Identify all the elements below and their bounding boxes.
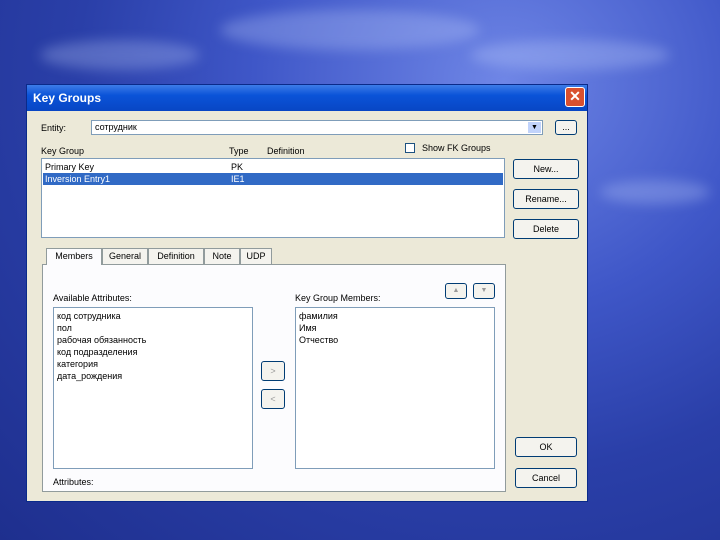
tab-udp[interactable]: UDP (240, 248, 272, 264)
key-group-row[interactable]: Inversion Entry1 IE1 (43, 173, 503, 185)
list-item[interactable]: пол (57, 322, 72, 334)
remove-member-button[interactable]: < (261, 389, 285, 409)
cloud-decoration (220, 10, 480, 50)
cloud-decoration (600, 180, 710, 204)
close-icon[interactable]: ✕ (565, 87, 585, 107)
cancel-button[interactable]: Cancel (515, 468, 577, 488)
available-attributes-label: Available Attributes: (53, 293, 132, 303)
key-group-list[interactable]: Primary Key PK Inversion Entry1 IE1 (41, 158, 505, 238)
key-group-name: Primary Key (45, 162, 95, 172)
new-button[interactable]: New... (513, 159, 579, 179)
column-header-definition: Definition (267, 146, 305, 156)
list-item[interactable]: код сотрудника (57, 310, 121, 322)
key-group-row[interactable]: Primary Key PK (43, 161, 503, 173)
list-item[interactable]: дата_рождения (57, 370, 122, 382)
column-header-key-group: Key Group (41, 146, 85, 156)
column-header-type: Type (229, 146, 249, 156)
browse-button[interactable]: ... (555, 120, 577, 135)
list-item[interactable]: рабочая обязанность (57, 334, 146, 346)
show-fk-groups-label: Show FK Groups (422, 143, 491, 153)
key-group-name: Inversion Entry1 (45, 174, 111, 184)
entity-label: Entity: (41, 123, 67, 133)
entity-value: сотрудник (95, 122, 137, 132)
move-down-button[interactable]: ▼ (473, 283, 495, 299)
add-member-button[interactable]: > (261, 361, 285, 381)
dialog-title: Key Groups (33, 91, 102, 105)
cloud-decoration (40, 40, 200, 70)
move-up-button[interactable]: ▲ (445, 283, 467, 299)
available-attributes-list[interactable]: код сотрудника пол рабочая обязанность к… (53, 307, 253, 469)
entity-select[interactable]: сотрудник ▼ (91, 120, 543, 135)
list-item[interactable]: Имя (299, 322, 317, 334)
rename-button[interactable]: Rename... (513, 189, 579, 209)
tab-definition[interactable]: Definition (148, 248, 204, 264)
ok-button[interactable]: OK (515, 437, 577, 457)
cloud-decoration (470, 40, 670, 70)
key-group-members-label: Key Group Members: (295, 293, 381, 303)
members-tab-panel: Available Attributes: Key Group Members:… (42, 264, 506, 492)
tab-members[interactable]: Members (46, 248, 102, 265)
title-bar[interactable]: Key Groups ✕ (27, 85, 587, 111)
list-item[interactable]: код подразделения (57, 346, 137, 358)
chevron-down-icon[interactable]: ▼ (528, 122, 541, 133)
delete-button[interactable]: Delete (513, 219, 579, 239)
key-group-members-list[interactable]: фамилия Имя Отчество (295, 307, 495, 469)
show-fk-groups-checkbox[interactable] (405, 143, 415, 153)
attributes-status-label: Attributes: (53, 477, 94, 487)
list-item[interactable]: фамилия (299, 310, 338, 322)
key-group-type: IE1 (231, 174, 245, 184)
tab-general[interactable]: General (102, 248, 148, 264)
key-group-type: PK (231, 162, 244, 172)
list-item[interactable]: категория (57, 358, 98, 370)
list-item[interactable]: Отчество (299, 334, 338, 346)
tab-note[interactable]: Note (204, 248, 240, 264)
